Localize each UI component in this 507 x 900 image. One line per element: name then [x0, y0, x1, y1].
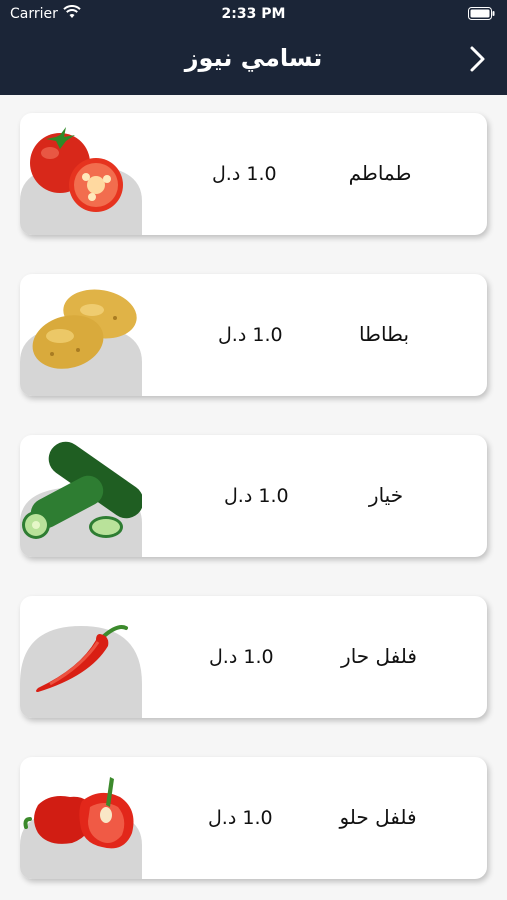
product-price: 1.0 د.ل — [212, 163, 277, 185]
product-price: 1.0 د.ل — [224, 485, 289, 507]
cucumber-image — [20, 441, 142, 557]
page-title: تسامي نيوز — [184, 44, 323, 72]
battery-icon — [468, 7, 495, 20]
product-price: 1.0 د.ل — [218, 324, 283, 346]
bell-pepper-image — [20, 777, 142, 879]
product-card[interactable]: 1.0 د.ل فلفل حلو — [20, 757, 487, 879]
product-name: فلفل حلو — [339, 805, 417, 829]
status-time: 2:33 PM — [221, 6, 286, 22]
nav-bar: Carrier 2:33 PM تسامي نيوز — [0, 0, 507, 95]
product-name: خيار — [368, 483, 404, 507]
product-price: 1.0 د.ل — [209, 646, 274, 668]
product-name: بطاطا — [358, 322, 410, 346]
product-name: طماطم — [348, 161, 412, 185]
product-card[interactable]: 1.0 د.ل فلفل حار — [20, 596, 487, 718]
chili-pepper-image — [20, 625, 142, 718]
potato-image — [20, 289, 142, 396]
chevron-right-icon[interactable] — [463, 44, 493, 74]
product-card[interactable]: 1.0 د.ل بطاطا — [20, 274, 487, 396]
product-name: فلفل حار — [341, 644, 417, 668]
product-price: 1.0 د.ل — [208, 807, 273, 829]
product-card[interactable]: 1.0 د.ل خيار — [20, 435, 487, 557]
status-bar: Carrier 2:33 PM — [0, 0, 507, 28]
tomato-image — [20, 127, 142, 235]
product-card[interactable]: 1.0 د.ل طماطم — [20, 113, 487, 235]
